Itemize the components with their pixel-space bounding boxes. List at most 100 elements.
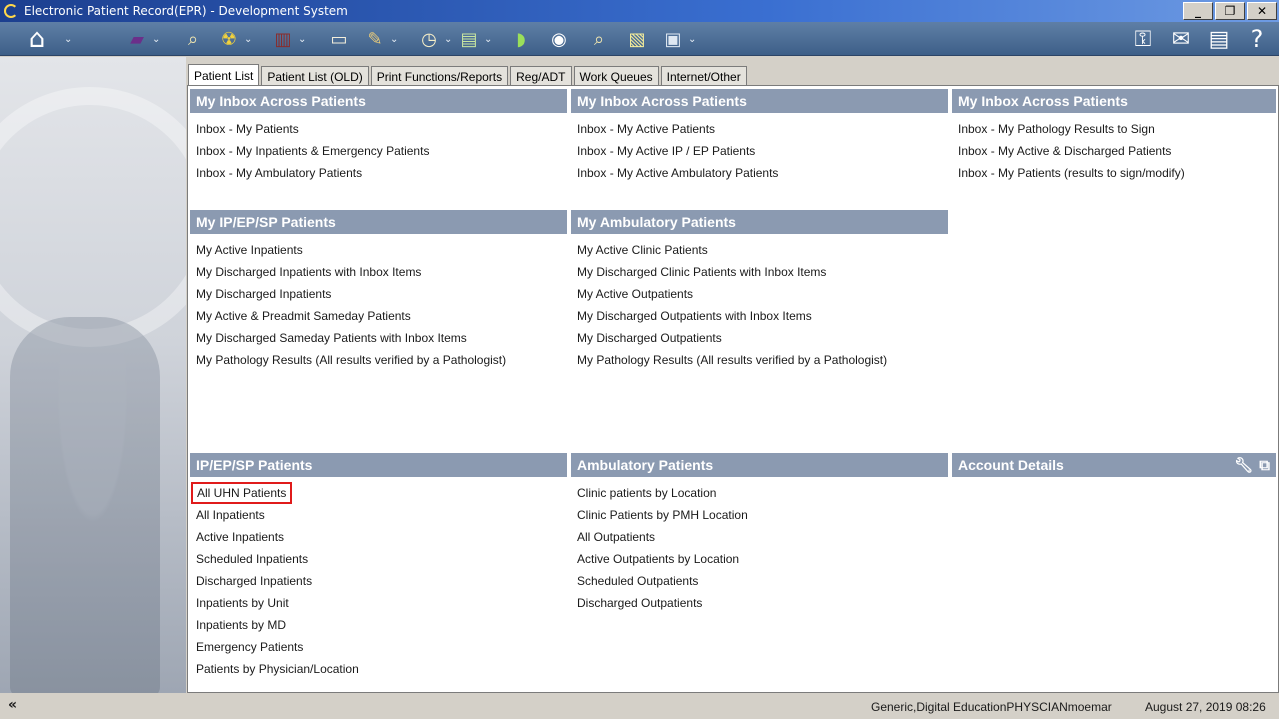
link-inbox-results-to-sign[interactable]: Inbox - My Patients (results to sign/mod… [952, 162, 1276, 184]
link-inbox-active-discharged[interactable]: Inbox - My Active & Discharged Patients [952, 140, 1276, 162]
building-menu[interactable]: ▥ ⌄ [270, 25, 306, 53]
pill-icon[interactable]: ◗ [508, 26, 534, 52]
link-clinic-patients-by-pmh-location[interactable]: Clinic Patients by PMH Location [571, 504, 948, 526]
schedule-menu[interactable]: ◷ ⌄ [416, 25, 452, 53]
tab-work-queues[interactable]: Work Queues [573, 66, 659, 86]
mail-icon[interactable]: ✉ [1168, 26, 1194, 52]
link-my-active-outpatients[interactable]: My Active Outpatients [571, 283, 948, 305]
link-inbox-my-active-patients[interactable]: Inbox - My Active Patients [571, 118, 948, 140]
link-scheduled-inpatients[interactable]: Scheduled Inpatients [190, 548, 567, 570]
link-all-uhn-patients[interactable]: All UHN Patients [191, 482, 293, 504]
link-inbox-my-active-ip-ep[interactable]: Inbox - My Active IP / EP Patients [571, 140, 948, 162]
document-icon[interactable]: ▧ [624, 26, 650, 52]
link-my-discharged-inpatients[interactable]: My Discharged Inpatients [190, 283, 567, 305]
tab-print-functions-reports[interactable]: Print Functions/Reports [370, 66, 509, 86]
inbox-section-1: My Inbox Across Patients Inbox - My Pati… [190, 89, 567, 184]
messages-button[interactable]: ✉ [1168, 25, 1194, 53]
link-active-inpatients[interactable]: Active Inpatients [190, 526, 567, 548]
radiation-icon[interactable]: ☢ [216, 26, 242, 52]
book-menu[interactable]: ▰ ⌄ [124, 25, 160, 53]
patient-list-panel: My Inbox Across Patients Inbox - My Pati… [187, 85, 1279, 693]
link-emergency-patients[interactable]: Emergency Patients [190, 636, 567, 658]
chevron-down-icon[interactable]: ⌄ [484, 34, 492, 45]
security-button[interactable]: ⚿ [1130, 25, 1156, 53]
restore-button[interactable]: ❐ [1215, 2, 1245, 20]
title-bar: Electronic Patient Record(EPR) - Develop… [0, 0, 1279, 22]
tab-patient-list[interactable]: Patient List [188, 64, 260, 87]
link-scheduled-outpatients[interactable]: Scheduled Outpatients [571, 570, 948, 592]
lookup-button[interactable]: ⌕ [586, 25, 612, 53]
chevron-down-icon[interactable]: ⌄ [64, 34, 72, 45]
book-icon[interactable]: ▰ [124, 26, 150, 52]
patient-search-icon[interactable]: ⌕ [180, 26, 206, 52]
link-inbox-my-patients[interactable]: Inbox - My Patients [190, 118, 567, 140]
clock-icon[interactable]: ◷ [416, 26, 442, 52]
patient-search-button[interactable]: ⌕ [180, 25, 206, 53]
link-inbox-pathology-to-sign[interactable]: Inbox - My Pathology Results to Sign [952, 118, 1276, 140]
chevron-down-icon[interactable]: ⌄ [152, 34, 160, 45]
chevron-down-icon[interactable]: ⌄ [244, 34, 252, 45]
tab-patient-list-old[interactable]: Patient List (OLD) [261, 66, 369, 86]
bandage-button[interactable]: ▭ [326, 25, 352, 53]
link-my-active-preadmit-sameday[interactable]: My Active & Preadmit Sameday Patients [190, 305, 567, 327]
network-button[interactable]: ◉ [546, 25, 572, 53]
checklist-icon[interactable]: ▤ [1206, 26, 1232, 52]
link-my-discharged-outpatients[interactable]: My Discharged Outpatients [571, 327, 948, 349]
link-inpatients-by-unit[interactable]: Inpatients by Unit [190, 592, 567, 614]
link-my-pathology-results-amb[interactable]: My Pathology Results (All results verifi… [571, 349, 948, 371]
key-icon[interactable]: ⚿ [1130, 26, 1156, 52]
link-my-active-clinic[interactable]: My Active Clinic Patients [571, 239, 948, 261]
report-icon[interactable]: ▤ [456, 26, 482, 52]
link-my-pathology-results[interactable]: My Pathology Results (All results verifi… [190, 349, 567, 371]
link-active-outpatients-by-location[interactable]: Active Outpatients by Location [571, 548, 948, 570]
link-discharged-inpatients[interactable]: Discharged Inpatients [190, 570, 567, 592]
help-button[interactable]: ? [1244, 25, 1270, 53]
wrench-icon[interactable]: 🔧︎ [1234, 456, 1253, 474]
external-link-icon[interactable]: ⧉ [1259, 456, 1270, 474]
radiation-menu[interactable]: ☢ ⌄ [216, 25, 252, 53]
link-inpatients-by-md[interactable]: Inpatients by MD [190, 614, 567, 636]
tab-internet-other[interactable]: Internet/Other [660, 66, 747, 86]
link-my-discharged-clinic-inbox[interactable]: My Discharged Clinic Patients with Inbox… [571, 261, 948, 283]
link-clinic-patients-by-location[interactable]: Clinic patients by Location [571, 482, 948, 504]
close-button[interactable]: ✕ [1247, 2, 1277, 20]
checklist-button[interactable]: ▤ [1206, 25, 1232, 53]
network-icon[interactable]: ◉ [546, 26, 572, 52]
background-image [0, 57, 186, 693]
tab-reg-adt[interactable]: Reg/ADT [510, 66, 572, 86]
home-menu[interactable]: ⌂ ⌄ [24, 24, 73, 54]
link-all-inpatients[interactable]: All Inpatients [190, 504, 567, 526]
minimize-button[interactable]: _ [1183, 2, 1213, 20]
link-inbox-my-active-ambulatory[interactable]: Inbox - My Active Ambulatory Patients [571, 162, 948, 184]
chevron-down-icon[interactable]: ⌄ [688, 34, 696, 45]
doctor-silhouette [10, 317, 160, 693]
link-discharged-outpatients[interactable]: Discharged Outpatients [571, 592, 948, 614]
home-icon[interactable]: ⌂ [24, 24, 50, 54]
chevron-down-icon[interactable]: ⌄ [444, 34, 452, 45]
main-toolbar: ⌂ ⌄ ▰ ⌄ ⌕ ☢ ⌄ ▥ ⌄ ▭ ✎ ⌄ ◷ ⌄ ▤ ⌄ ◗ ◉ ⌕ ▧ … [0, 22, 1279, 56]
collapse-panel-button[interactable]: « [8, 697, 17, 713]
chevron-down-icon[interactable]: ⌄ [298, 34, 306, 45]
report-menu[interactable]: ▤ ⌄ [456, 25, 492, 53]
notes-icon[interactable]: ✎ [362, 26, 388, 52]
bandage-icon[interactable]: ▭ [326, 26, 352, 52]
link-inbox-my-inpatients-emergency[interactable]: Inbox - My Inpatients & Emergency Patien… [190, 140, 567, 162]
link-my-active-inpatients[interactable]: My Active Inpatients [190, 239, 567, 261]
document-button[interactable]: ▧ [624, 25, 650, 53]
building-icon[interactable]: ▥ [270, 26, 296, 52]
link-my-discharged-sameday-inbox[interactable]: My Discharged Sameday Patients with Inbo… [190, 327, 567, 349]
computer-icon[interactable]: ▣ [660, 26, 686, 52]
link-inbox-my-ambulatory[interactable]: Inbox - My Ambulatory Patients [190, 162, 567, 184]
link-patients-by-physician-location[interactable]: Patients by Physician/Location [190, 658, 567, 680]
lookup-icon[interactable]: ⌕ [586, 26, 612, 52]
chevron-down-icon[interactable]: ⌄ [390, 34, 398, 45]
link-my-discharged-outpatients-inbox[interactable]: My Discharged Outpatients with Inbox Ite… [571, 305, 948, 327]
app-logo-icon [4, 4, 18, 18]
link-my-discharged-inpatients-inbox[interactable]: My Discharged Inpatients with Inbox Item… [190, 261, 567, 283]
notes-menu[interactable]: ✎ ⌄ [362, 25, 398, 53]
link-all-outpatients[interactable]: All Outpatients [571, 526, 948, 548]
help-icon[interactable]: ? [1244, 25, 1270, 53]
account-details-title: Account Details [958, 457, 1064, 473]
computer-menu[interactable]: ▣ ⌄ [660, 25, 696, 53]
medication-button[interactable]: ◗ [508, 25, 534, 53]
